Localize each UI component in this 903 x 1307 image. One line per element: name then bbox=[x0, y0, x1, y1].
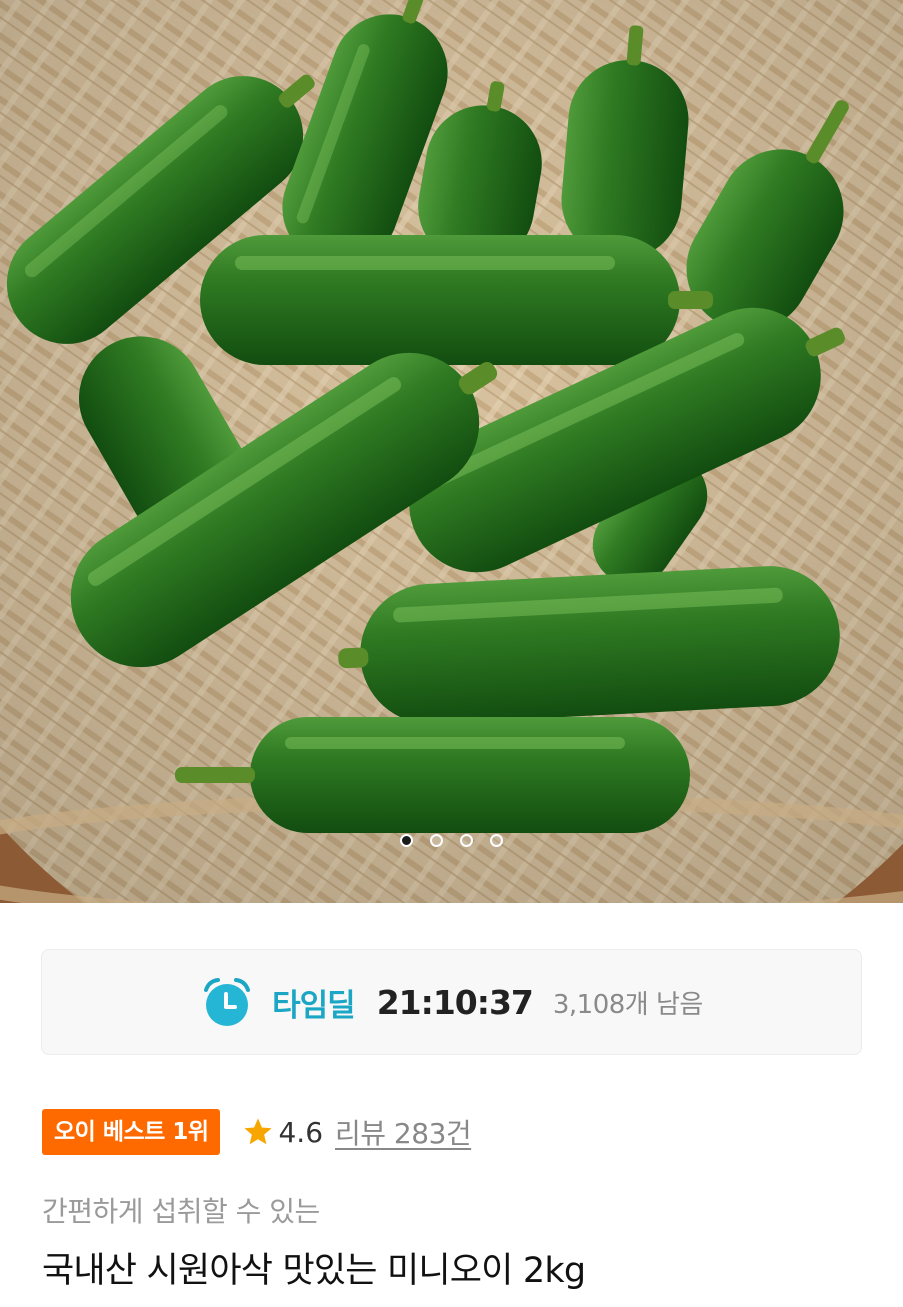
cucumber-basket-illustration bbox=[0, 0, 903, 903]
badge-rating-row: 오이 베스트 1위 4.6 리뷰 283건 bbox=[42, 1109, 472, 1155]
review-count-link[interactable]: 리뷰 283건 bbox=[335, 1112, 472, 1152]
product-title: 국내산 시원아삭 맛있는 미니오이 2kg bbox=[42, 1251, 586, 1291]
best-seller-badge: 오이 베스트 1위 bbox=[42, 1109, 221, 1155]
carousel-indicator bbox=[0, 830, 903, 850]
time-deal-label: 타임딜 bbox=[272, 987, 356, 1024]
carousel-dot-2[interactable] bbox=[430, 833, 443, 847]
time-deal-banner: 타임딜 21:10:37 3,108개 남음 bbox=[41, 949, 862, 1055]
carousel-dot-1[interactable] bbox=[400, 833, 413, 847]
product-subtitle: 간편하게 섭취할 수 있는 bbox=[42, 1195, 320, 1228]
star-icon bbox=[244, 1118, 273, 1145]
rating-score: 4.6 bbox=[278, 1115, 324, 1149]
carousel-dot-3[interactable] bbox=[460, 833, 473, 847]
alarm-clock-icon bbox=[204, 978, 251, 1026]
time-deal-countdown: 21:10:37 bbox=[376, 982, 534, 1022]
product-image[interactable] bbox=[0, 0, 903, 903]
carousel-dot-4[interactable] bbox=[490, 833, 503, 847]
time-deal-remaining: 3,108개 남음 bbox=[552, 989, 703, 1020]
